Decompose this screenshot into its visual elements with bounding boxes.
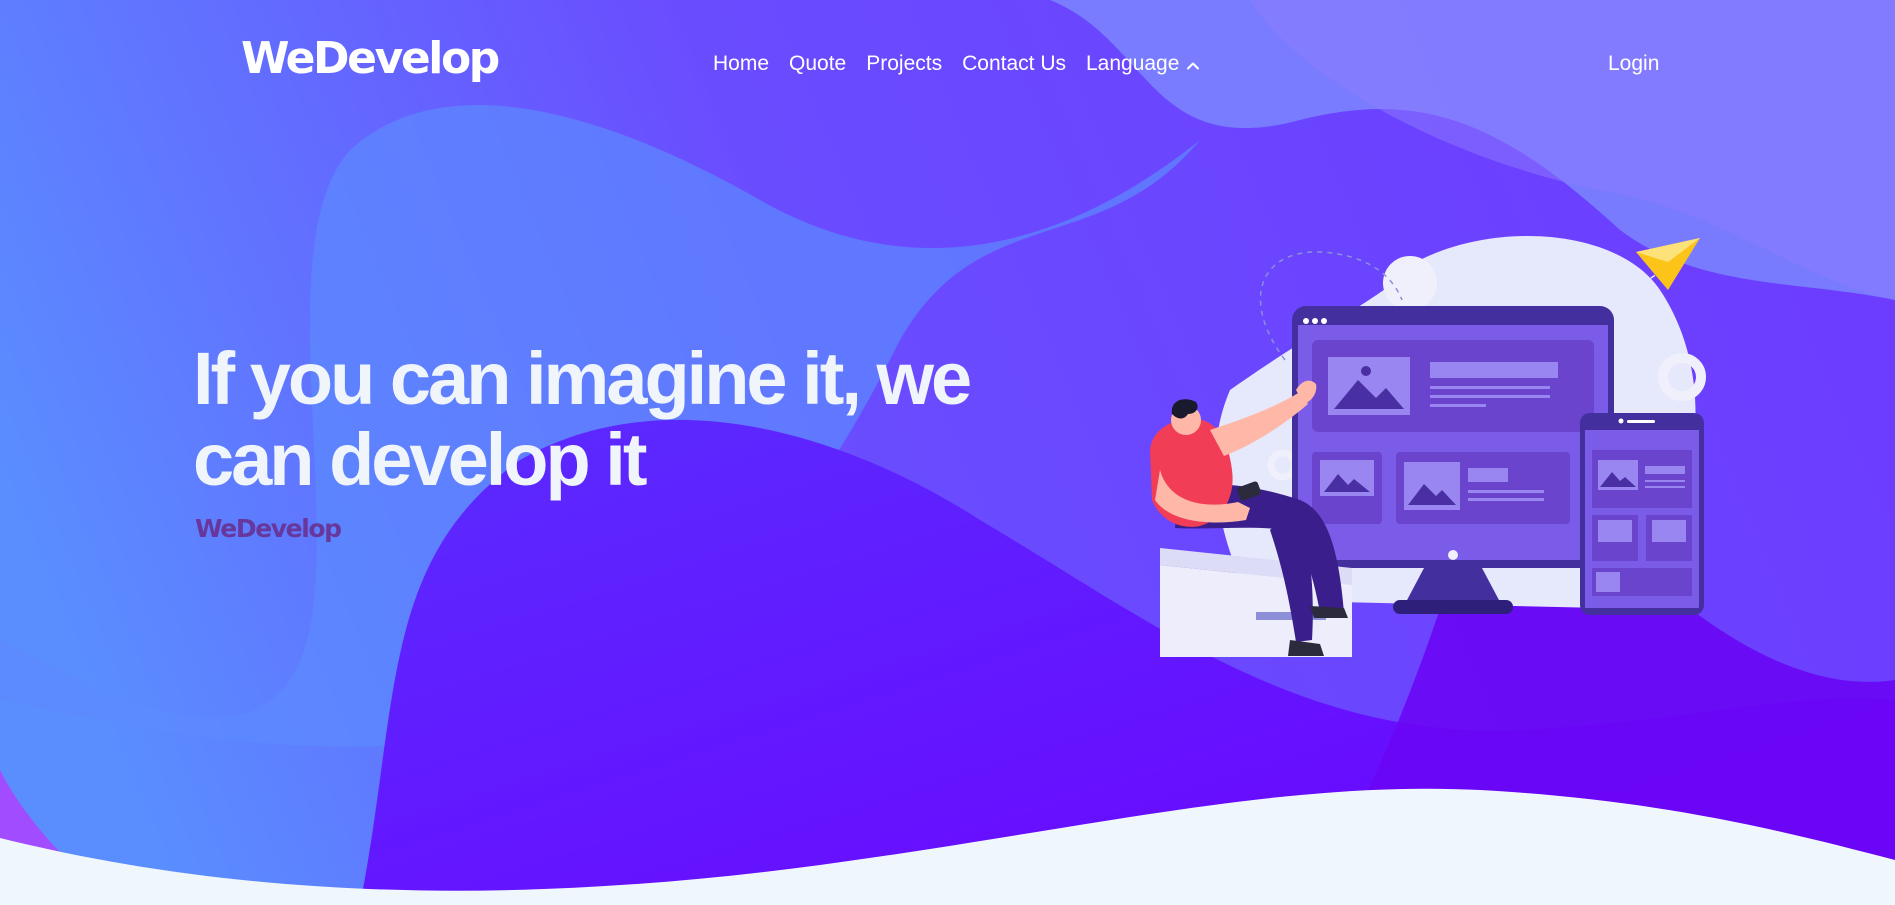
nav-quote-label: Quote <box>789 52 847 75</box>
nav-home[interactable]: Home <box>713 52 769 76</box>
nav-projects[interactable]: Projects <box>866 52 942 76</box>
hero-subtitle-brand: WeDevelop <box>195 514 342 543</box>
nav-projects-label: Projects <box>866 52 943 75</box>
deco-circle <box>1383 256 1437 310</box>
nav-home-label: Home <box>713 52 770 75</box>
brand-logo[interactable]: WeDevelop <box>241 28 500 90</box>
chevron-up-icon <box>1186 52 1200 76</box>
nav-contact-us[interactable]: Contact Us <box>962 52 1066 76</box>
nav-quote[interactable]: Quote <box>789 52 846 76</box>
nav-contact-label: Contact Us <box>962 52 1066 75</box>
nav-language-label: Language <box>1085 52 1180 75</box>
hero-title: If you can imagine it, we can develop it <box>193 337 972 501</box>
login-link[interactable]: Login <box>1608 48 1659 80</box>
main-nav: Home Quote Projects Contact Us Language <box>713 48 1200 80</box>
tablet-device <box>1580 413 1704 615</box>
nav-language-dropdown[interactable]: Language <box>1086 52 1200 76</box>
hero-illustration <box>1150 236 1706 657</box>
